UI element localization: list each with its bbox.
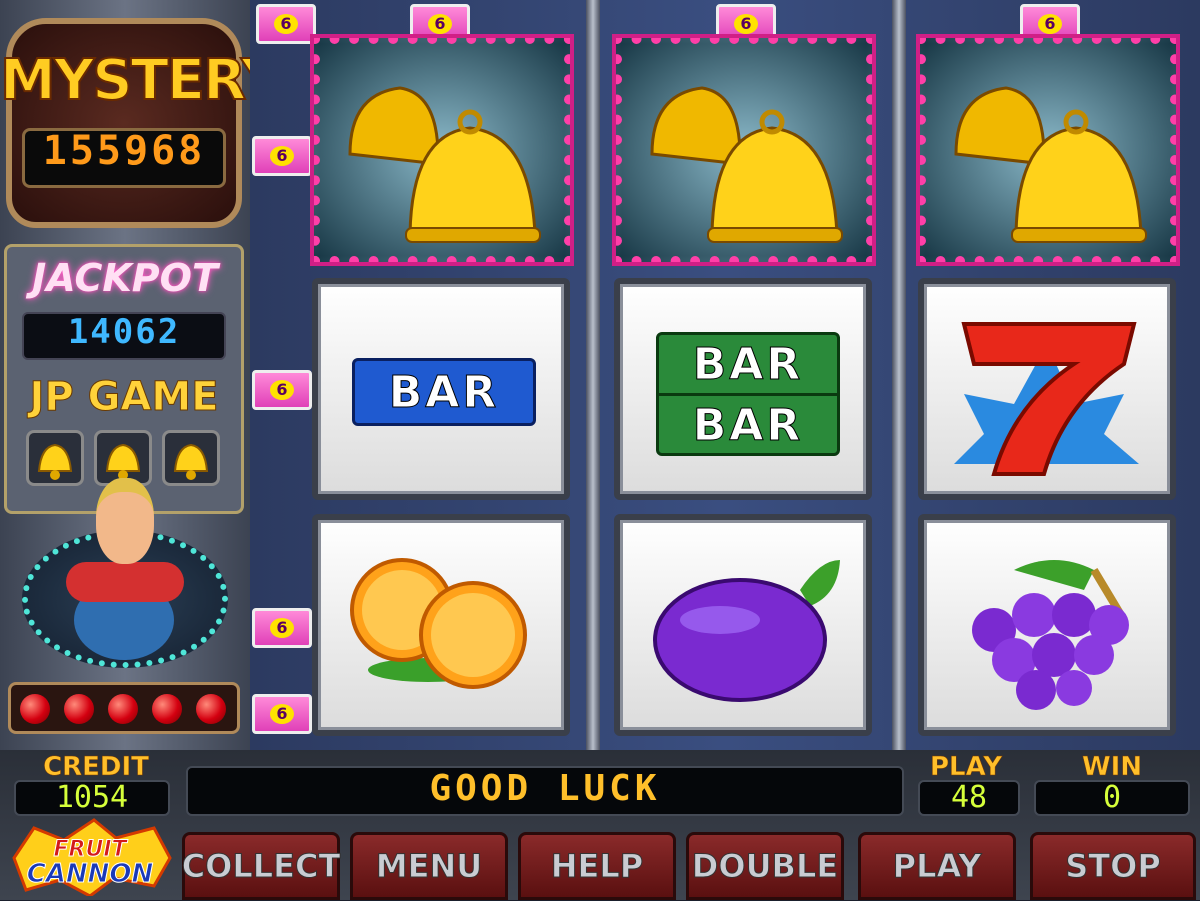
double-bar-symbol: BAR BAR: [656, 332, 840, 456]
bell-icon: [348, 86, 541, 243]
jp-game-slot: [26, 430, 84, 486]
jackpot-value: 14062: [67, 312, 181, 352]
play-label: PLAY: [929, 752, 1003, 783]
jp-game-slot: [162, 430, 220, 486]
line-badge: 6: [252, 370, 312, 410]
credit-value: 1054: [14, 780, 170, 816]
mascot-head: [96, 478, 154, 564]
stop-button[interactable]: STOP: [1030, 832, 1196, 900]
jackpot-title: JACKPOT: [32, 256, 218, 300]
reel-2-top-symbol: [612, 34, 876, 266]
bell-icon: [173, 443, 209, 480]
bell-icon: [954, 86, 1147, 243]
help-button[interactable]: HELP: [518, 832, 676, 900]
red-light-icon: [64, 694, 94, 724]
seven-icon: [954, 322, 1139, 476]
fruit-cannon-logo: FRUIT CANNON: [4, 818, 176, 898]
reel-3-bottom-symbol: [918, 514, 1176, 736]
collect-button[interactable]: COLLECT: [181, 832, 341, 900]
reel-3-middle-symbol: [918, 278, 1176, 500]
bell-icon: [37, 443, 73, 480]
play-value: 48: [918, 780, 1020, 816]
message-display: GOOD LUCK: [186, 766, 904, 816]
menu-button[interactable]: MENU: [350, 832, 508, 900]
mystery-title: MYSTERY: [0, 47, 283, 114]
red-light-icon: [196, 694, 226, 724]
bar-symbol: BAR: [352, 358, 536, 426]
win-label: WIN: [1081, 752, 1143, 783]
grapes-icon: [972, 560, 1129, 710]
reel-2-middle-symbol: BAR BAR: [614, 278, 872, 500]
line-badge: 6: [252, 136, 312, 176]
reel-divider: [586, 0, 600, 750]
plum-icon: [653, 560, 840, 702]
reel-1-top-symbol: [310, 34, 574, 266]
svg-text:CANNON: CANNON: [27, 859, 154, 889]
red-light-icon: [20, 694, 50, 724]
orange-icon: [350, 558, 527, 689]
mascot-body: [66, 562, 184, 602]
credit-label: CREDIT: [43, 752, 149, 783]
reel-1-middle-symbol: BAR: [312, 278, 570, 500]
jp-game-label: JP GAME: [29, 374, 219, 421]
reel-1-bottom-symbol: [312, 514, 570, 736]
line-badge: 6: [256, 4, 316, 44]
red-light-icon: [108, 694, 138, 724]
play-button[interactable]: PLAY: [858, 832, 1016, 900]
reel-3-top-symbol: [916, 34, 1180, 266]
double-button[interactable]: DOUBLE: [686, 832, 844, 900]
line-badge: 6: [252, 694, 312, 734]
mystery-value: 155968: [42, 128, 206, 174]
reel-divider: [892, 0, 906, 750]
line-badge: 6: [252, 608, 312, 648]
reel-2-bottom-symbol: [614, 514, 872, 736]
bell-icon: [105, 443, 141, 480]
win-value: 0: [1034, 780, 1190, 816]
bell-icon: [650, 86, 843, 243]
red-light-icon: [152, 694, 182, 724]
